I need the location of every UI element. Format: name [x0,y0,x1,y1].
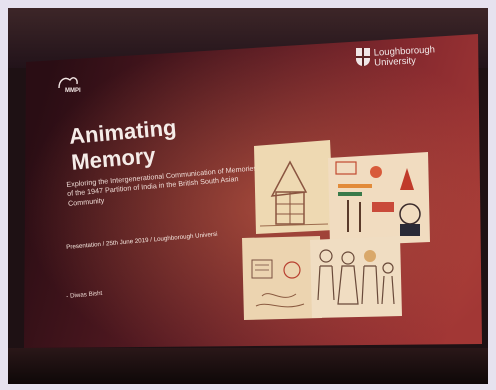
drawings-collage [242,140,430,320]
drawing-scene [328,152,430,246]
drawing-house [254,140,334,234]
drawing-sketch [242,236,322,320]
drawing-family [310,236,402,318]
